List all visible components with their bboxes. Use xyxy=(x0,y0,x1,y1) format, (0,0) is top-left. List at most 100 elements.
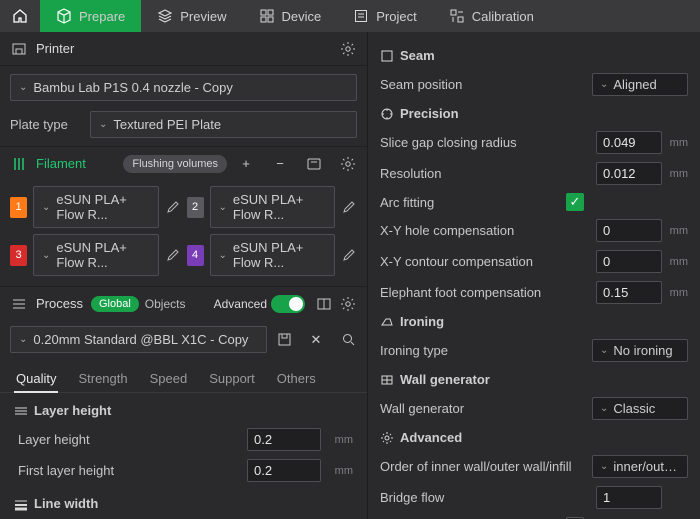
wall-generator-group: Wall generator xyxy=(380,372,688,387)
filament-select-3[interactable]: ⌄eSUN PLA+ Flow R... xyxy=(33,234,159,276)
layers-icon xyxy=(157,8,173,24)
filament-grid: 1 ⌄eSUN PLA+ Flow R... 2 ⌄eSUN PLA+ Flow… xyxy=(0,180,367,286)
elephant-foot-label: Elephant foot compensation xyxy=(380,285,596,300)
close-icon[interactable]: ✕ xyxy=(307,331,325,349)
filament-swatch-3[interactable]: 3 xyxy=(10,245,27,266)
nav-calibration[interactable]: Calibration xyxy=(433,0,550,32)
filament-swatch-4[interactable]: 4 xyxy=(187,245,204,266)
objects-link[interactable]: Objects xyxy=(145,297,186,311)
filament-select-4[interactable]: ⌄eSUN PLA+ Flow R... xyxy=(210,234,336,276)
printer-selected: Bambu Lab P1S 0.4 nozzle - Copy xyxy=(33,80,232,95)
tab-others[interactable]: Others xyxy=(275,365,318,392)
flushing-volumes-button[interactable]: Flushing volumes xyxy=(123,155,227,173)
xy-contour-label: X-Y contour compensation xyxy=(380,254,596,269)
layer-height-group: Layer height xyxy=(14,403,353,418)
printer-section-header: Printer xyxy=(0,32,367,66)
plate-type-select[interactable]: ⌄ Textured PEI Plate xyxy=(90,111,357,138)
nav-preview[interactable]: Preview xyxy=(141,0,242,32)
process-profile-select[interactable]: ⌄ 0.20mm Standard @BBL X1C - Copy xyxy=(10,326,267,353)
unit: mm xyxy=(325,465,353,477)
advanced-toggle[interactable] xyxy=(271,295,305,313)
nav-label: Device xyxy=(282,9,322,24)
chevron-down-icon: ⌄ xyxy=(99,119,107,130)
bridge-flow-input[interactable] xyxy=(596,486,662,509)
ironing-icon xyxy=(380,315,394,329)
ironing-type-select[interactable]: ⌄No ironing xyxy=(592,339,688,362)
first-layer-height-input[interactable] xyxy=(247,459,321,482)
tab-speed[interactable]: Speed xyxy=(148,365,190,392)
tab-quality[interactable]: Quality xyxy=(14,365,58,392)
wall-order-label: Order of inner wall/outer wall/infill xyxy=(380,459,592,474)
cube-icon xyxy=(56,8,72,24)
filament-swatch-1[interactable]: 1 xyxy=(10,197,27,218)
seam-icon xyxy=(380,49,394,63)
nav-prepare[interactable]: Prepare xyxy=(40,0,141,32)
printer-select[interactable]: ⌄ Bambu Lab P1S 0.4 nozzle - Copy xyxy=(10,74,357,101)
line-width-group: Line width xyxy=(14,496,353,511)
gap-closing-input[interactable] xyxy=(596,131,662,154)
chevron-down-icon: ⌄ xyxy=(600,345,608,356)
precision-icon xyxy=(380,107,394,121)
ams-icon[interactable] xyxy=(305,155,323,173)
nav-label: Prepare xyxy=(79,9,125,24)
gear-icon[interactable] xyxy=(339,40,357,58)
plate-type-value: Textured PEI Plate xyxy=(113,117,221,132)
save-icon[interactable] xyxy=(275,331,293,349)
edit-filament-icon[interactable] xyxy=(165,246,181,264)
resolution-input[interactable] xyxy=(596,162,662,185)
nav-label: Project xyxy=(376,9,416,24)
edit-filament-icon[interactable] xyxy=(165,198,181,216)
advanced-group: Advanced xyxy=(380,430,688,445)
resolution-label: Resolution xyxy=(380,166,596,181)
layers-icon xyxy=(14,404,28,418)
precision-group: Precision xyxy=(380,106,688,121)
nav-device[interactable]: Device xyxy=(243,0,338,32)
nav-label: Calibration xyxy=(472,9,534,24)
xy-hole-input[interactable] xyxy=(596,219,662,242)
tab-support[interactable]: Support xyxy=(207,365,257,392)
seam-group: Seam xyxy=(380,48,688,63)
filament-swatch-2[interactable]: 2 xyxy=(187,197,204,218)
nav-label: Preview xyxy=(180,9,226,24)
arc-fitting-label: Arc fitting xyxy=(380,195,566,210)
process-section-header: Process Global Objects Advanced xyxy=(0,286,367,320)
filament-select-1[interactable]: ⌄eSUN PLA+ Flow R... xyxy=(33,186,159,228)
nav-home[interactable] xyxy=(0,0,40,32)
tab-strength[interactable]: Strength xyxy=(76,365,129,392)
add-filament-button[interactable]: + xyxy=(237,155,255,173)
chevron-down-icon: ⌄ xyxy=(219,202,227,213)
xy-contour-input[interactable] xyxy=(596,250,662,273)
gear-icon[interactable] xyxy=(339,295,357,313)
layer-height-input[interactable] xyxy=(247,428,321,451)
linewidth-icon xyxy=(14,497,28,511)
wall-order-select[interactable]: ⌄inner/outer/i... xyxy=(592,455,688,478)
compare-icon[interactable] xyxy=(315,295,333,313)
plate-type-label: Plate type xyxy=(10,117,80,132)
ironing-type-label: Ironing type xyxy=(380,343,592,358)
elephant-foot-input[interactable] xyxy=(596,281,662,304)
calibration-icon xyxy=(449,8,465,24)
xy-hole-label: X-Y hole compensation xyxy=(380,223,596,238)
search-icon[interactable] xyxy=(339,331,357,349)
gap-closing-label: Slice gap closing radius xyxy=(380,135,596,150)
gear-icon[interactable] xyxy=(339,155,357,173)
filament-icon xyxy=(10,155,28,173)
wall-generator-label: Wall generator xyxy=(380,401,592,416)
seam-position-select[interactable]: ⌄Aligned xyxy=(592,73,688,96)
filament-select-2[interactable]: ⌄eSUN PLA+ Flow R... xyxy=(210,186,336,228)
project-icon xyxy=(353,8,369,24)
global-badge[interactable]: Global xyxy=(91,296,139,312)
arc-fitting-checkbox[interactable]: ✓ xyxy=(566,193,584,211)
edit-filament-icon[interactable] xyxy=(341,198,357,216)
remove-filament-button[interactable]: − xyxy=(271,155,289,173)
nav-project[interactable]: Project xyxy=(337,0,432,32)
section-title: Printer xyxy=(36,41,74,56)
edit-filament-icon[interactable] xyxy=(341,246,357,264)
first-layer-height-label: First layer height xyxy=(14,463,247,478)
wall-generator-select[interactable]: ⌄Classic xyxy=(592,397,688,420)
device-icon xyxy=(259,8,275,24)
chevron-down-icon: ⌄ xyxy=(42,250,50,261)
section-title: Process xyxy=(36,296,83,311)
wall-icon xyxy=(380,373,394,387)
chevron-down-icon: ⌄ xyxy=(19,334,27,345)
